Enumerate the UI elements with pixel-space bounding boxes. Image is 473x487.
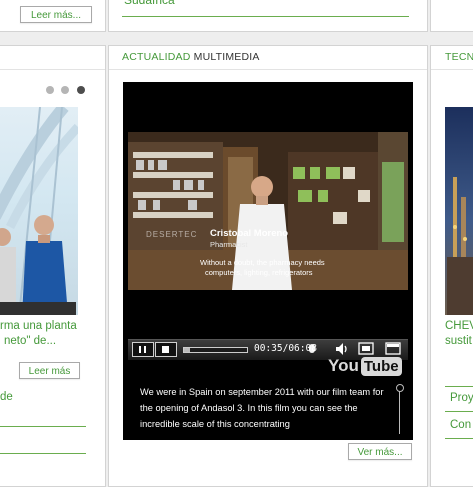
right-article-photo[interactable] [445,107,473,315]
youtube-logo-you: You [328,356,359,375]
photo-illustration [0,107,78,315]
youtube-player[interactable]: DESERTEC Cristobal Moreno Pharmacist Wit… [123,82,413,440]
multimedia-header: ACTUALIDAD MULTIMEDIA [122,51,260,63]
video-description: We were in Spain on september 2011 with … [140,387,384,429]
fullscreen-icon [385,342,401,355]
fullscreen-button[interactable] [385,342,401,355]
right-article-title-line2[interactable]: sustit [445,334,472,349]
stop-icon [162,346,169,353]
right-panel-header: TECN [445,51,473,63]
header-actualidad: ACTUALIDAD [122,51,191,63]
video-subtitle-line1: Without a doubt, the pharmacy needs [200,258,325,267]
popout-icon [358,342,374,355]
description-scroll-handle[interactable] [396,384,404,392]
carousel-dot-2[interactable] [61,86,69,94]
header-multimedia: MULTIMEDIA [193,51,260,63]
top-center-article-title[interactable]: Sudáfrica [124,0,175,8]
volume-button[interactable] [334,341,350,357]
youtube-logo-tube: Tube [360,356,402,376]
seek-bar-progress [184,348,190,352]
right-link-2[interactable]: Con [450,418,471,433]
seek-bar[interactable] [183,347,248,353]
right-divider-2 [445,411,473,412]
see-more-button[interactable]: Ver más... [348,443,412,460]
volume-icon [336,343,347,355]
right-link-1[interactable]: Proy [450,391,473,406]
left-article-photo[interactable] [0,107,78,315]
video-caption-role: Pharmacist [210,240,248,249]
left-divider-2 [0,453,86,454]
video-watermark: DESERTEC [146,230,198,239]
video-caption-name: Cristobal Moreno [210,228,289,239]
top-center-divider [122,16,409,17]
right-divider-1 [445,386,473,387]
left-article-title-line2[interactable]: neto" de... [4,334,56,349]
video-subtitle-line2: computers, lighting, refrigerators [205,268,313,277]
left-divider-1 [0,426,86,427]
carousel-dot-1[interactable] [46,86,54,94]
carousel-dot-3-active[interactable] [77,86,85,94]
right-divider-3 [445,438,473,439]
left-read-more-button[interactable]: Leer más [19,362,80,379]
stop-button[interactable] [155,342,177,357]
left-panel-header-bar [0,46,105,70]
pause-button[interactable] [132,342,154,357]
description-scrollbar[interactable] [399,388,400,434]
read-more-top-left-button[interactable]: Leer más... [20,6,92,23]
refinery-illustration [447,177,473,315]
right-article-title-line1[interactable]: CHEV [445,319,473,334]
video-frame[interactable]: DESERTEC Cristobal Moreno Pharmacist Wit… [128,132,408,290]
left-bottom-link[interactable]: de [0,390,13,405]
youtube-logo[interactable]: You Tube [328,356,402,378]
left-article-title-line1[interactable]: rma una planta [0,319,77,334]
pause-icon [139,346,141,353]
popout-button[interactable] [358,342,374,355]
top-right-panel [430,0,473,32]
time-display: 00:35/06:08 [254,343,317,354]
